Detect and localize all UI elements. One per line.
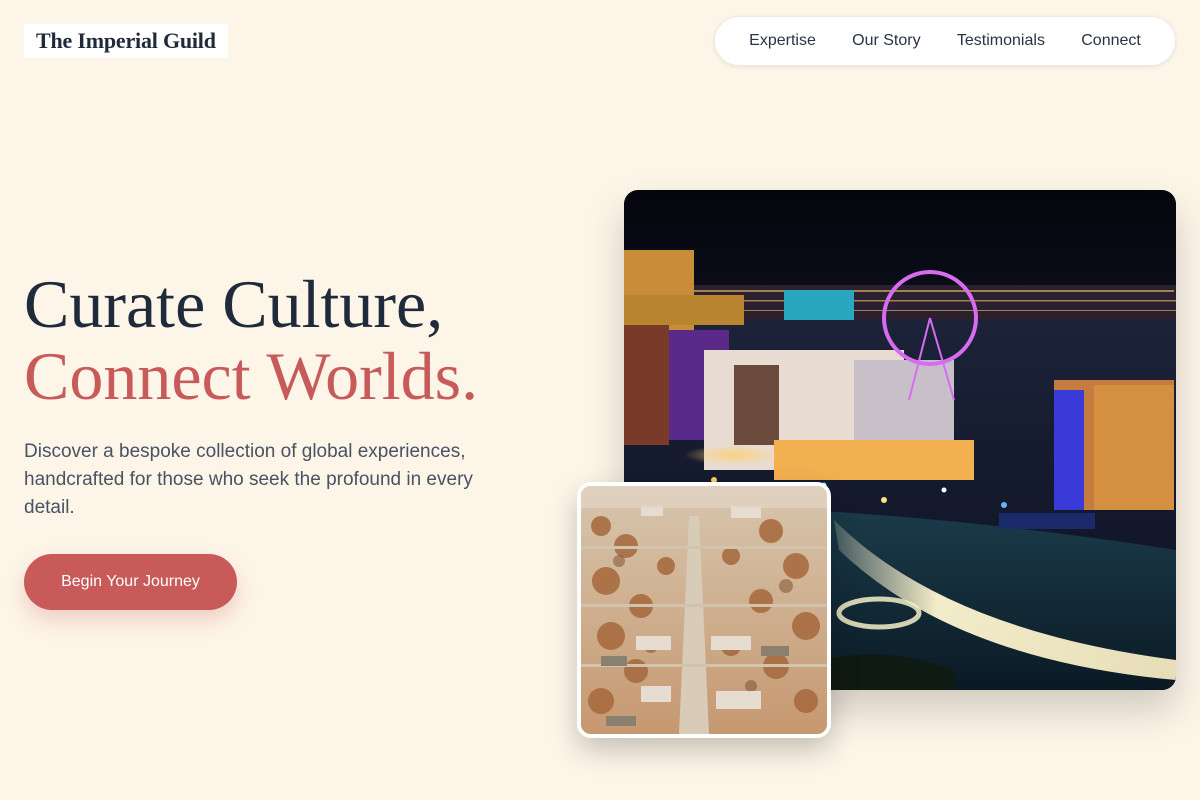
hero-subtext: Discover a bespoke collection of global …	[24, 441, 473, 518]
brand-logo[interactable]: The Imperial Guild	[24, 24, 228, 58]
nav-item-connect[interactable]: Connect	[1081, 32, 1141, 50]
nav-item-testimonials[interactable]: Testimonials	[957, 32, 1045, 50]
page: The Imperial Guild Expertise Our Story T…	[0, 0, 1200, 800]
main-nav: Expertise Our Story Testimonials Connect	[714, 16, 1176, 66]
nav-item-expertise[interactable]: Expertise	[749, 32, 816, 50]
hero-image-aerial-town	[577, 482, 831, 738]
headline-line-2: Connect Worlds.	[24, 338, 479, 414]
headline-line-1: Curate Culture,	[24, 266, 444, 342]
nav-item-our-story[interactable]: Our Story	[852, 32, 920, 50]
begin-journey-button[interactable]: Begin Your Journey	[24, 554, 237, 610]
hero-headline: Curate Culture, Connect Worlds.	[24, 268, 478, 412]
